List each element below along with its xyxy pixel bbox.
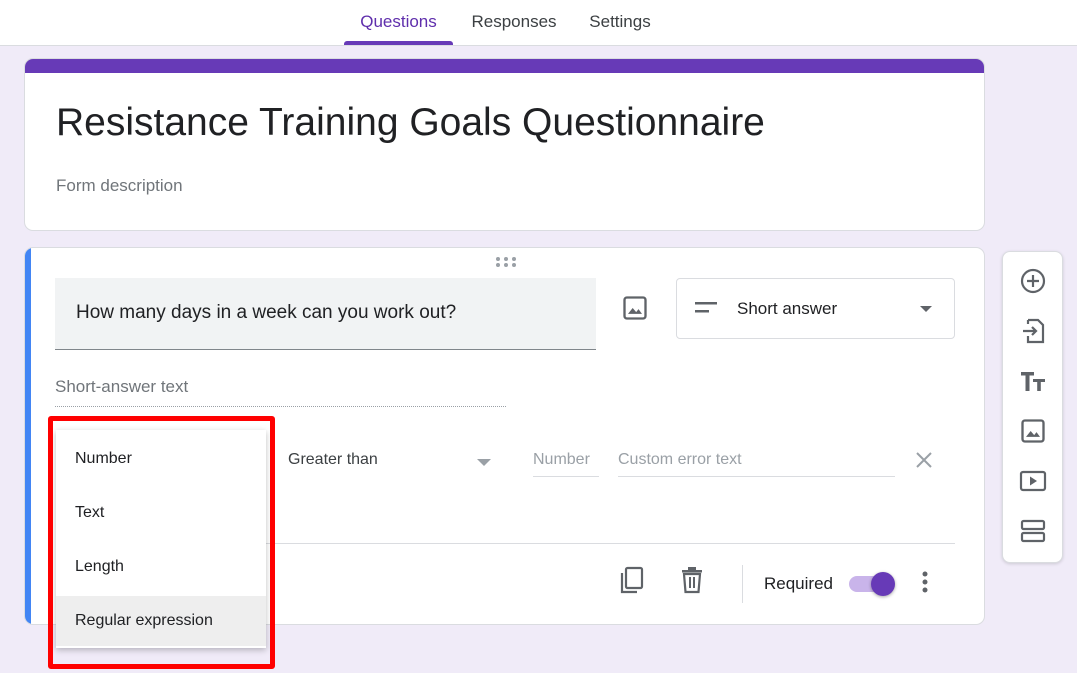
menu-item-regular-expression[interactable]: Regular expression bbox=[56, 596, 266, 646]
menu-item-number[interactable]: Number bbox=[56, 434, 266, 484]
side-toolbar bbox=[1002, 251, 1063, 563]
add-image-to-question-icon[interactable] bbox=[621, 294, 649, 322]
validation-condition-dropdown[interactable]: Greater than bbox=[288, 449, 494, 475]
menu-item-text[interactable]: Text bbox=[56, 488, 266, 538]
question-type-label: Short answer bbox=[737, 299, 838, 318]
question-active-accent bbox=[25, 248, 31, 624]
add-image-icon[interactable] bbox=[1019, 417, 1047, 445]
custom-error-text-input[interactable]: Custom error text bbox=[618, 449, 895, 477]
validation-condition-label: Greater than bbox=[288, 451, 378, 468]
form-title-card: Resistance Training Goals Questionnaire … bbox=[24, 58, 985, 231]
form-description-field[interactable]: Form description bbox=[56, 176, 183, 196]
footer-divider bbox=[265, 543, 955, 544]
drag-handle-icon[interactable] bbox=[495, 256, 517, 268]
duplicate-icon[interactable] bbox=[619, 566, 645, 596]
close-icon[interactable] bbox=[915, 451, 933, 469]
top-tab-bar: Questions Responses Settings bbox=[0, 0, 1077, 46]
short-answer-placeholder: Short-answer text bbox=[55, 377, 189, 396]
question-type-dropdown[interactable]: Short answer bbox=[676, 278, 955, 339]
required-label: Required bbox=[764, 574, 833, 593]
chevron-down-icon bbox=[920, 306, 932, 312]
add-title-icon[interactable] bbox=[1019, 367, 1047, 395]
short-answer-preview: Short-answer text bbox=[55, 377, 506, 407]
add-question-icon[interactable] bbox=[1019, 267, 1047, 295]
add-section-icon[interactable] bbox=[1019, 517, 1047, 545]
question-title-text: How many days in a week can you work out… bbox=[76, 302, 457, 323]
menu-item-label: Text bbox=[75, 504, 105, 521]
trash-icon[interactable] bbox=[680, 566, 704, 594]
menu-item-label: Length bbox=[75, 558, 124, 575]
question-title-input[interactable]: How many days in a week can you work out… bbox=[55, 278, 596, 350]
tab-questions[interactable]: Questions bbox=[344, 0, 453, 45]
validation-number-input[interactable]: Number bbox=[533, 449, 599, 477]
toggle-knob bbox=[871, 572, 895, 596]
title-card-accent bbox=[25, 59, 984, 73]
tab-responses[interactable]: Responses bbox=[462, 0, 566, 45]
required-toggle[interactable] bbox=[849, 571, 897, 597]
menu-item-label: Regular expression bbox=[75, 612, 213, 629]
import-questions-icon[interactable] bbox=[1019, 317, 1047, 345]
menu-item-length[interactable]: Length bbox=[56, 542, 266, 592]
chevron-down-icon bbox=[477, 459, 491, 466]
menu-item-label: Number bbox=[75, 450, 132, 467]
more-options-icon[interactable] bbox=[915, 570, 935, 594]
add-video-icon[interactable] bbox=[1019, 467, 1047, 495]
footer-vertical-divider bbox=[742, 565, 743, 603]
validation-type-menu: Number Text Length Regular expression bbox=[56, 430, 266, 648]
tab-settings[interactable]: Settings bbox=[577, 0, 663, 45]
form-title[interactable]: Resistance Training Goals Questionnaire bbox=[56, 101, 765, 145]
short-answer-icon bbox=[695, 301, 719, 315]
active-tab-indicator bbox=[344, 41, 453, 45]
